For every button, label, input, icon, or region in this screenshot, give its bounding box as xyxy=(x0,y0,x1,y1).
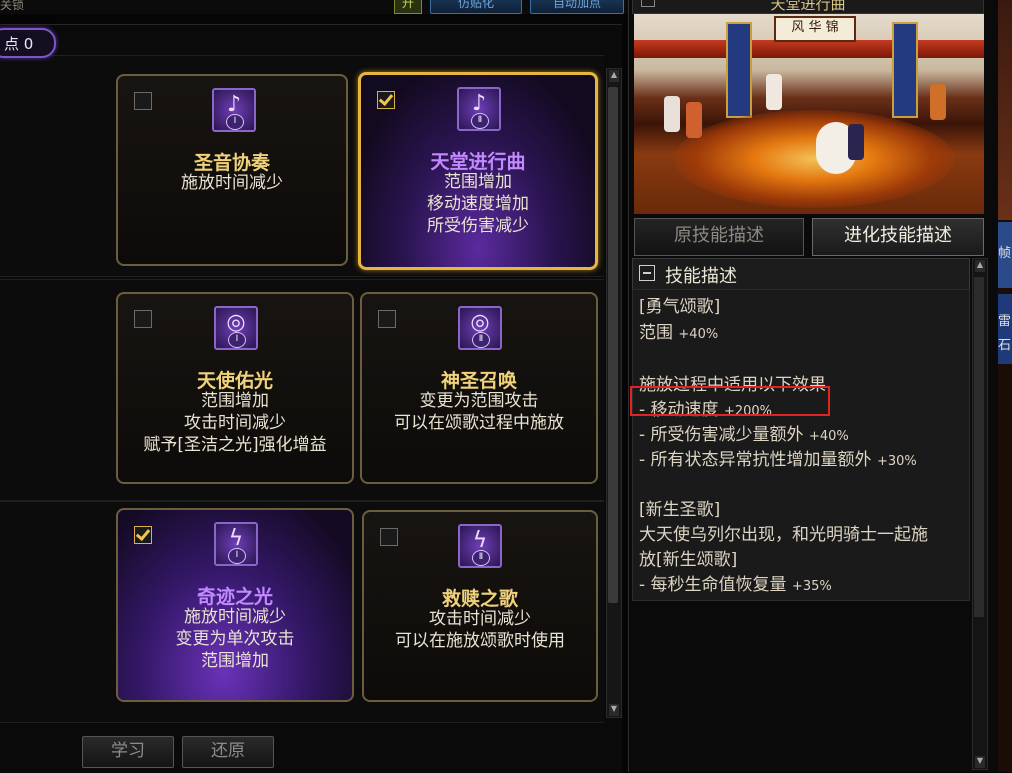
detail-header: 天堂进行曲 xyxy=(632,0,984,14)
highlight-box xyxy=(630,386,830,416)
scroll-up-icon[interactable]: ▲ xyxy=(975,260,985,272)
scene-banner-right xyxy=(892,22,918,118)
description-title: 技能描述 xyxy=(665,266,737,287)
upgrade-button[interactable]: 升 xyxy=(394,0,422,14)
scroll-down-icon[interactable]: ▼ xyxy=(975,756,985,768)
scene-magic-circle xyxy=(674,110,954,208)
reset-button[interactable]: 还原 xyxy=(182,736,274,768)
harp-icon: ♪ Ⅰ xyxy=(212,88,256,132)
scene-figure xyxy=(664,96,680,132)
tab-evolved-description[interactable]: 进化技能描述 xyxy=(812,218,984,256)
desc-line: - 所有状态异常抗性增加量额外 +30% xyxy=(639,450,917,470)
scrollbar-thumb[interactable] xyxy=(608,87,618,603)
skill-card-4[interactable]: ◎ Ⅱ 神圣召唤 变更为范围攻击 可以在颂歌过程中施放 xyxy=(360,292,598,484)
desc-line: [新生圣歌] xyxy=(639,500,721,520)
skill-checkbox-4[interactable] xyxy=(378,310,396,328)
harp-icon: ♪ Ⅱ xyxy=(457,87,501,131)
skill-desc-4: 变更为范围攻击 可以在颂歌过程中施放 xyxy=(394,391,564,433)
skill-card-3[interactable]: ◎ Ⅰ 天使佑光 范围增加 攻击时间减少 赋予[圣洁之光]强化增益 xyxy=(116,292,354,484)
detail-header-title: 天堂进行曲 xyxy=(770,0,846,13)
skill-title-6: 救赎之歌 xyxy=(441,588,518,610)
desc-line: [勇气颂歌] xyxy=(639,297,721,317)
auto-assign-button[interactable]: 自动加点 xyxy=(530,0,624,14)
right-edge-panel: 帧 雷 石 xyxy=(998,0,1012,772)
skill-desc-2: 范围增加 移动速度增加 所受伤害减少 xyxy=(427,172,529,236)
scene-banner-left xyxy=(726,22,752,118)
edge-portrait xyxy=(998,0,1012,220)
skill-desc-6: 攻击时间减少 可以在施放颂歌时使用 xyxy=(395,609,565,651)
desc-line: 放[新生颂歌] xyxy=(639,550,738,570)
description-header: 技能描述 xyxy=(632,258,970,290)
scene-figure xyxy=(848,124,864,160)
skill-title-4: 神圣召唤 xyxy=(440,370,517,392)
skill-checkbox-3[interactable] xyxy=(134,310,152,328)
scene-sign: 风 华 锦 xyxy=(774,16,856,42)
skill-checkbox-2[interactable] xyxy=(377,91,395,109)
description-scrollbar[interactable]: ▲ ▼ xyxy=(972,258,988,770)
desc-line: - 所受伤害减少量额外 +40% xyxy=(639,425,849,445)
skill-card-2[interactable]: ♪ Ⅱ 天堂进行曲 范围增加 移动速度增加 所受伤害减少 xyxy=(358,72,598,270)
description-body: [勇气颂歌] 范围 +40% 施放过程中适用以下效果 - 移动速度 +200% … xyxy=(632,289,970,601)
skill-desc-1: 施放时间减少 xyxy=(181,173,283,193)
scene-figure xyxy=(930,84,946,120)
top-button-1[interactable]: 仿贴化 xyxy=(430,0,522,14)
skill-checkbox-1[interactable] xyxy=(134,92,152,110)
edge-block: 雷 石 xyxy=(998,294,1012,364)
tab-original-description[interactable]: 原技能描述 xyxy=(634,218,804,256)
lock-label: 关锁 xyxy=(0,0,25,12)
scroll-up-icon[interactable]: ▲ xyxy=(609,70,619,82)
halo-icon: ◎ Ⅰ xyxy=(214,306,258,350)
scene-figure xyxy=(766,74,782,110)
scroll-down-icon[interactable]: ▼ xyxy=(609,704,619,716)
desc-line: - 每秒生命值恢复量 +35% xyxy=(639,575,832,595)
skill-title-1: 圣音协奏 xyxy=(193,152,270,174)
skill-title-3: 天使佑光 xyxy=(196,370,273,392)
skill-points-text: 点 0 xyxy=(4,35,34,53)
scene-rafter xyxy=(634,40,984,58)
skill-card-1[interactable]: ♪ Ⅰ 圣音协奏 施放时间减少 xyxy=(116,74,348,266)
edge-block: 帧 xyxy=(998,222,1012,288)
skill-title-5: 奇迹之光 xyxy=(196,586,273,608)
halo-icon: ◎ Ⅱ xyxy=(458,306,502,350)
lightning-icon: ϟⅡ xyxy=(458,524,502,568)
scrollbar-thumb[interactable] xyxy=(974,277,984,617)
skill-card-6[interactable]: ϟⅡ 救赎之歌 攻击时间减少 可以在施放颂歌时使用 xyxy=(362,510,598,702)
minus-icon[interactable] xyxy=(639,265,655,281)
skill-desc-5: 施放时间减少 变更为单次攻击 范围增加 xyxy=(175,607,295,671)
skill-desc-3: 范围增加 攻击时间减少 赋予[圣洁之光]强化增益 xyxy=(143,391,327,455)
desc-line: 范围 +40% xyxy=(639,323,719,343)
skill-preview-image: 风 华 锦 xyxy=(634,14,984,214)
scene-figure xyxy=(686,102,702,138)
learn-button[interactable]: 学习 xyxy=(82,736,174,768)
skill-checkbox-5[interactable] xyxy=(134,526,152,544)
skill-list-scrollbar[interactable]: ▲ ▼ xyxy=(606,68,622,718)
skill-checkbox-6[interactable] xyxy=(380,528,398,546)
lightning-icon: ϟⅠ xyxy=(214,522,258,566)
desc-line: 大天使乌列尔出现，和光明骑士一起施 xyxy=(639,525,928,545)
skill-points-badge: 点 0 xyxy=(0,28,56,58)
skill-card-5[interactable]: ϟⅠ 奇迹之光 施放时间减少 变更为单次攻击 范围增加 xyxy=(116,508,354,702)
skill-title-2: 天堂进行曲 xyxy=(430,151,526,173)
